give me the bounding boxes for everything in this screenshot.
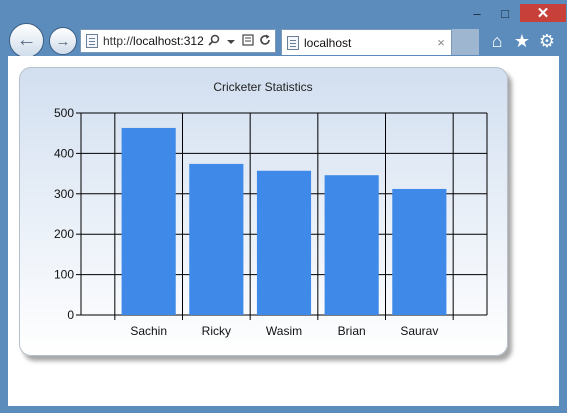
url-text[interactable]: http://localhost:312 [103, 34, 205, 48]
bar-brian [324, 175, 379, 315]
bar-wasim [256, 170, 312, 315]
favorites-icon[interactable]: ★ [511, 30, 533, 52]
home-icon[interactable]: ⌂ [486, 30, 508, 52]
refresh-icon[interactable] [256, 34, 273, 49]
chevron-down-icon[interactable] [222, 34, 239, 48]
new-tab-button[interactable] [452, 29, 479, 55]
arrow-right-icon: → [55, 32, 71, 50]
y-tick-label: 0 [67, 308, 74, 322]
x-tick-label: Saurav [400, 324, 438, 338]
x-tick-label: Brian [338, 324, 366, 338]
back-button[interactable]: ← [9, 23, 44, 58]
x-tick-label: Sachin [130, 324, 167, 338]
bar-chart: Cricketer Statistics 0 100 200 300 400 500 Sach… [54, 80, 488, 338]
tab-title: localhost [304, 35, 352, 50]
chart-panel: Cricketer Statistics 0 100 200 300 400 500 Sach… [19, 67, 508, 356]
page-icon [287, 35, 299, 50]
x-tick-label: Wasim [266, 324, 302, 338]
x-tick-label: Ricky [202, 324, 231, 338]
bar-ricky [189, 163, 244, 315]
y-tick-label: 200 [54, 227, 74, 241]
y-tick-label: 400 [54, 146, 74, 160]
compat-view-icon[interactable] [239, 33, 256, 49]
close-tab-button[interactable]: × [431, 35, 451, 50]
y-tick-label: 500 [54, 106, 74, 120]
y-tick-label: 300 [54, 187, 74, 201]
maximize-button[interactable]: □ [492, 4, 518, 22]
browser-window: – □ ✕ ← → http://localhost:312 localhost… [0, 0, 567, 413]
arrow-left-icon: ← [16, 29, 37, 51]
address-bar[interactable]: http://localhost:312 [80, 29, 276, 53]
bar-sachin [121, 127, 176, 315]
settings-icon[interactable]: ⚙ [536, 30, 558, 52]
search-icon[interactable] [205, 34, 222, 49]
close-window-button[interactable]: ✕ [520, 4, 566, 22]
bar-saurav [392, 188, 447, 315]
minimize-button[interactable]: – [464, 4, 490, 22]
forward-button[interactable]: → [49, 27, 77, 55]
y-tick-label: 100 [54, 268, 74, 282]
page-icon [86, 34, 98, 48]
page-content: Cricketer Statistics 0 100 200 300 400 500 Sach… [8, 56, 559, 406]
chart-title: Cricketer Statistics [213, 80, 312, 94]
tab-localhost[interactable]: localhost × [281, 29, 452, 55]
